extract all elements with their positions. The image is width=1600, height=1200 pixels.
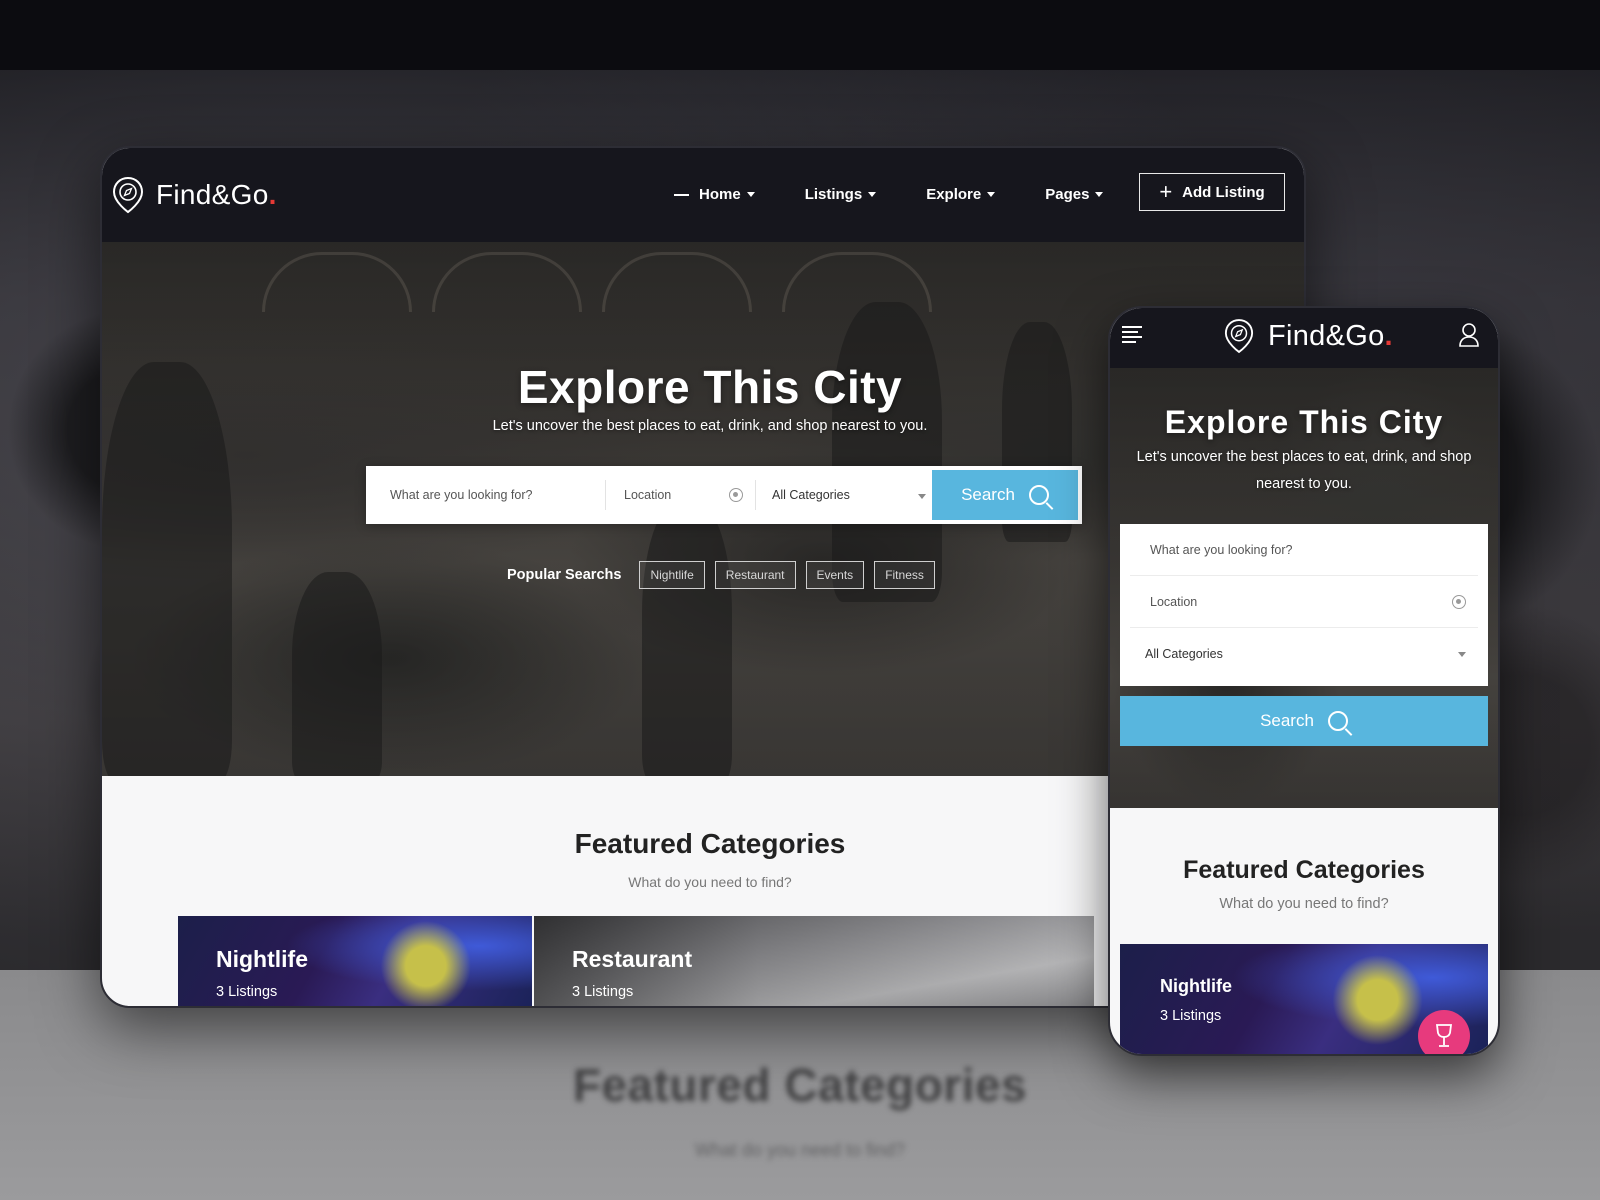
site-logo[interactable]: Find&Go. xyxy=(1224,318,1393,354)
logo-text: Find&Go. xyxy=(1268,320,1393,353)
hero-subtitle: Let's uncover the best places to eat, dr… xyxy=(1136,449,1472,492)
background-arch xyxy=(602,252,752,312)
backdrop-ghost-title: Featured Categories xyxy=(572,1059,1028,1111)
card-count: 3 Listings xyxy=(1160,1008,1222,1024)
logo-dot: . xyxy=(1384,319,1393,352)
background-arch xyxy=(782,252,932,312)
search-button-label: Search xyxy=(1260,711,1314,730)
map-pin-compass-icon xyxy=(1224,319,1254,354)
featured-categories-title: Featured Categories xyxy=(1183,856,1425,884)
site-logo[interactable]: Find&Go. xyxy=(112,176,277,214)
crowd-figure xyxy=(642,502,732,776)
location-target-icon[interactable] xyxy=(1452,594,1466,609)
mobile-mockup: Find&Go. Explore This City Let's uncover… xyxy=(1108,306,1500,1056)
plus-icon: + xyxy=(1159,179,1173,204)
mobile-search-form: What are you looking for? Location All C… xyxy=(1120,524,1488,686)
nav-label: Home xyxy=(699,186,741,203)
crowd-figure xyxy=(292,572,382,776)
backdrop-ghost-subtitle: What do you need to find? xyxy=(694,1140,906,1160)
what-input[interactable]: What are you looking for? xyxy=(1130,524,1478,576)
card-count: 3 Listings xyxy=(572,984,634,1000)
logo-dot: . xyxy=(268,179,277,210)
tag-nightlife[interactable]: Nightlife xyxy=(639,561,705,589)
nav-label: Listings xyxy=(804,186,863,203)
mobile-hero-section: Explore This City Let's uncover the best… xyxy=(1110,368,1498,808)
chevron-down-icon xyxy=(987,192,996,197)
search-bar: What are you looking for? Location All C… xyxy=(366,466,1082,524)
category-select[interactable]: All Categories xyxy=(756,480,932,510)
backdrop-top-band xyxy=(0,0,1600,70)
search-icon xyxy=(1028,485,1049,505)
active-indicator xyxy=(674,193,689,196)
background-arch xyxy=(432,252,582,312)
nav-item-home[interactable]: Home xyxy=(674,186,755,203)
category-select[interactable]: All Categories xyxy=(1130,628,1478,680)
location-target-icon[interactable] xyxy=(729,488,743,502)
logo-text: Find&Go. xyxy=(156,179,277,211)
add-listing-label: Add Listing xyxy=(1182,183,1265,201)
tag-fitness[interactable]: Fitness xyxy=(874,561,935,589)
tag-restaurant[interactable]: Restaurant xyxy=(714,561,796,589)
category-card-nightlife[interactable]: Nightlife 3 Listings xyxy=(1120,944,1488,1054)
chevron-down-icon xyxy=(868,192,877,197)
location-input[interactable]: Location xyxy=(1130,576,1478,628)
search-button[interactable]: Search xyxy=(932,470,1078,520)
desktop-header: Find&Go. Home Listings Explore Pages + A… xyxy=(102,148,1304,242)
chevron-down-icon xyxy=(1458,652,1466,657)
location-input[interactable]: Location xyxy=(606,480,756,510)
category-card-restaurant[interactable]: Restaurant 3 Listings xyxy=(534,916,1094,1006)
chevron-down-icon xyxy=(1095,192,1104,197)
nav-label: Explore xyxy=(926,186,982,203)
add-listing-button[interactable]: + Add Listing xyxy=(1139,173,1285,211)
search-icon xyxy=(1327,711,1348,731)
category-badge xyxy=(1418,1010,1470,1054)
location-placeholder: Location xyxy=(624,488,672,502)
search-button-label: Search xyxy=(961,485,1015,504)
hamburger-menu-icon[interactable] xyxy=(1122,326,1142,343)
category-selected: All Categories xyxy=(1145,647,1223,661)
mobile-header: Find&Go. xyxy=(1110,308,1498,368)
map-pin-compass-icon xyxy=(112,176,144,214)
hero-title: Explore This City xyxy=(1164,404,1444,440)
category-selected: All Categories xyxy=(772,488,850,502)
popular-searches-label: Popular Searchs xyxy=(507,567,622,583)
background-arch xyxy=(262,252,412,312)
main-nav: Home Listings Explore Pages xyxy=(674,186,1153,203)
nav-item-listings[interactable]: Listings xyxy=(805,186,877,203)
what-input[interactable]: What are you looking for? xyxy=(366,480,606,510)
logo-name: Find&Go xyxy=(156,179,269,210)
location-placeholder: Location xyxy=(1150,594,1198,609)
nav-item-pages[interactable]: Pages xyxy=(1045,186,1104,203)
tag-events[interactable]: Events xyxy=(805,561,865,589)
popular-searches: Popular Searchs Nightlife Restaurant Eve… xyxy=(507,561,945,589)
crowd-figure xyxy=(832,302,942,602)
nav-label: Pages xyxy=(1045,186,1090,203)
card-title: Restaurant xyxy=(572,946,693,972)
card-count: 3 Listings xyxy=(216,984,278,1000)
nav-item-explore[interactable]: Explore xyxy=(926,186,996,203)
user-icon[interactable] xyxy=(1458,322,1480,348)
card-title: Nightlife xyxy=(1160,976,1232,996)
card-title: Nightlife xyxy=(216,946,308,972)
featured-categories-subtitle: What do you need to find? xyxy=(1219,896,1389,912)
chevron-down-icon xyxy=(746,192,755,197)
logo-name: Find&Go xyxy=(1268,319,1385,352)
wine-glass-icon xyxy=(1435,1024,1453,1047)
chevron-down-icon xyxy=(918,494,926,499)
search-button[interactable]: Search xyxy=(1120,696,1488,746)
category-card-nightlife[interactable]: Nightlife 3 Listings xyxy=(178,916,532,1006)
